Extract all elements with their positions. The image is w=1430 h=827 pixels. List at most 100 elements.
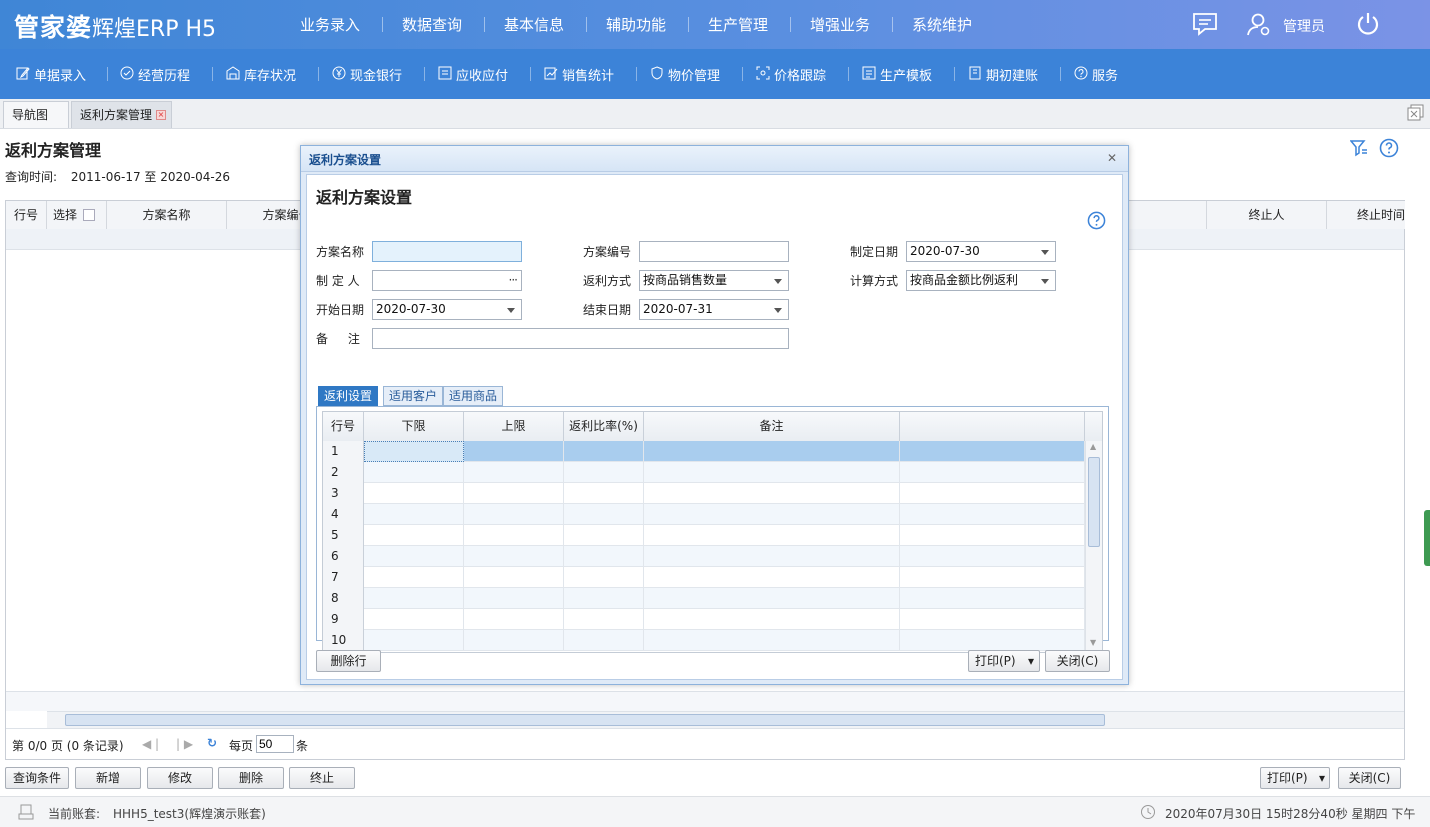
menu-auxiliary[interactable]: 辅助功能 bbox=[606, 14, 666, 35]
table-cell[interactable] bbox=[644, 462, 900, 483]
remark-input[interactable] bbox=[372, 328, 789, 349]
scheme-code-input[interactable] bbox=[639, 241, 789, 262]
scroll-down-icon[interactable]: ▼ bbox=[1090, 638, 1096, 647]
menu-business-entry[interactable]: 业务录入 bbox=[300, 14, 360, 35]
table-row[interactable]: 5 bbox=[323, 525, 1085, 546]
table-cell[interactable] bbox=[564, 525, 644, 546]
table-cell[interactable] bbox=[644, 630, 900, 651]
scheme-name-input[interactable] bbox=[372, 241, 522, 262]
prev-page-icon[interactable]: ◀ | bbox=[142, 737, 159, 751]
side-handle[interactable] bbox=[1424, 510, 1430, 566]
table-cell[interactable] bbox=[564, 483, 644, 504]
table-row[interactable]: 4 bbox=[323, 504, 1085, 525]
table-cell[interactable] bbox=[564, 609, 644, 630]
help-icon[interactable] bbox=[1379, 138, 1399, 161]
message-icon[interactable] bbox=[1192, 12, 1218, 39]
refresh-icon[interactable]: ↻ bbox=[207, 736, 217, 750]
edit-button[interactable]: 修改 bbox=[147, 767, 213, 789]
table-cell[interactable] bbox=[464, 504, 564, 525]
close-icon[interactable]: ✕ bbox=[1107, 151, 1117, 165]
table-row[interactable]: 2 bbox=[323, 462, 1085, 483]
calc-method-select[interactable]: 按商品金额比例返利 bbox=[906, 270, 1056, 291]
tab-applicable-customers[interactable]: 适用客户 bbox=[383, 386, 444, 406]
scrollbar-thumb[interactable] bbox=[65, 714, 1105, 726]
table-cell[interactable] bbox=[900, 588, 1085, 609]
table-cell[interactable] bbox=[900, 441, 1085, 462]
table-cell[interactable] bbox=[464, 483, 564, 504]
table-cell[interactable] bbox=[564, 567, 644, 588]
table-cell[interactable] bbox=[644, 441, 900, 462]
table-cell[interactable] bbox=[464, 546, 564, 567]
horizontal-scrollbar[interactable] bbox=[47, 711, 1404, 728]
toolbar-history[interactable]: 经营历程 bbox=[120, 65, 190, 84]
table-cell[interactable] bbox=[364, 546, 464, 567]
toolbar-service[interactable]: 服务 bbox=[1074, 65, 1118, 84]
table-cell[interactable] bbox=[464, 609, 564, 630]
table-cell[interactable] bbox=[564, 462, 644, 483]
table-cell[interactable] bbox=[364, 483, 464, 504]
table-row[interactable]: 10 bbox=[323, 630, 1085, 651]
tab-rebate-scheme[interactable]: 返利方案管理 × bbox=[71, 101, 172, 128]
chevron-down-icon[interactable]: ▾ bbox=[1319, 768, 1325, 788]
table-cell[interactable] bbox=[464, 462, 564, 483]
toolbar-receivable-payable[interactable]: 应收应付 bbox=[438, 65, 508, 84]
ellipsis-icon[interactable]: ··· bbox=[509, 271, 519, 290]
tab-rebate-settings[interactable]: 返利设置 bbox=[318, 386, 379, 406]
maker-input[interactable]: ··· bbox=[372, 270, 522, 291]
end-date-picker[interactable]: 2020-07-31 bbox=[639, 299, 789, 320]
delete-row-button[interactable]: 删除行 bbox=[316, 650, 381, 672]
menu-data-query[interactable]: 数据查询 bbox=[402, 14, 462, 35]
toolbar-cash-bank[interactable]: 现金银行 bbox=[332, 65, 402, 84]
per-page-input[interactable] bbox=[256, 735, 294, 753]
toolbar-document-entry[interactable]: 单据录入 bbox=[16, 65, 86, 84]
table-cell[interactable] bbox=[364, 630, 464, 651]
table-cell[interactable] bbox=[364, 441, 464, 462]
dialog-titlebar[interactable]: 返利方案设置 ✕ bbox=[301, 146, 1128, 172]
menu-basic-info[interactable]: 基本信息 bbox=[504, 14, 564, 35]
toolbar-production-template[interactable]: 生产模板 bbox=[862, 65, 932, 84]
table-cell[interactable] bbox=[464, 525, 564, 546]
table-cell[interactable] bbox=[564, 441, 644, 462]
dialog-print-button[interactable]: 打印(P) ▾ bbox=[968, 650, 1040, 672]
close-all-tabs-icon[interactable] bbox=[1407, 104, 1425, 125]
tab-applicable-products[interactable]: 适用商品 bbox=[443, 386, 504, 406]
user-name[interactable]: 管理员 bbox=[1283, 16, 1325, 36]
table-cell[interactable] bbox=[364, 609, 464, 630]
table-cell[interactable] bbox=[644, 546, 900, 567]
table-cell[interactable] bbox=[900, 630, 1085, 651]
table-cell[interactable] bbox=[900, 546, 1085, 567]
menu-production[interactable]: 生产管理 bbox=[708, 14, 768, 35]
table-row[interactable]: 7 bbox=[323, 567, 1085, 588]
select-all-checkbox[interactable] bbox=[83, 209, 95, 221]
close-button[interactable]: 关闭(C) bbox=[1338, 767, 1401, 789]
next-page-icon[interactable]: | ▶ bbox=[176, 737, 193, 751]
table-cell[interactable] bbox=[564, 504, 644, 525]
delete-button[interactable]: 删除 bbox=[218, 767, 284, 789]
table-cell[interactable] bbox=[564, 588, 644, 609]
table-cell[interactable] bbox=[364, 462, 464, 483]
table-row[interactable]: 9 bbox=[323, 609, 1085, 630]
rebate-mode-select[interactable]: 按商品销售数量 bbox=[639, 270, 789, 291]
table-cell[interactable] bbox=[464, 567, 564, 588]
table-cell[interactable] bbox=[364, 567, 464, 588]
table-row[interactable]: 8 bbox=[323, 588, 1085, 609]
table-cell[interactable] bbox=[644, 609, 900, 630]
add-button[interactable]: 新增 bbox=[75, 767, 141, 789]
user-icon[interactable] bbox=[1246, 12, 1272, 39]
table-cell[interactable] bbox=[900, 504, 1085, 525]
table-cell[interactable] bbox=[364, 525, 464, 546]
table-cell[interactable] bbox=[644, 567, 900, 588]
help-icon[interactable] bbox=[1087, 211, 1106, 233]
table-cell[interactable] bbox=[364, 504, 464, 525]
vertical-scrollbar[interactable]: ▲ ▼ bbox=[1085, 441, 1102, 652]
toolbar-price-management[interactable]: 物价管理 bbox=[650, 65, 720, 84]
table-cell[interactable] bbox=[644, 525, 900, 546]
scrollbar-thumb[interactable] bbox=[1088, 457, 1100, 547]
table-cell[interactable] bbox=[464, 630, 564, 651]
start-date-picker[interactable]: 2020-07-30 bbox=[372, 299, 522, 320]
table-cell[interactable] bbox=[644, 504, 900, 525]
power-icon[interactable] bbox=[1355, 11, 1381, 40]
table-cell[interactable] bbox=[900, 462, 1085, 483]
table-cell[interactable] bbox=[900, 525, 1085, 546]
table-cell[interactable] bbox=[900, 609, 1085, 630]
